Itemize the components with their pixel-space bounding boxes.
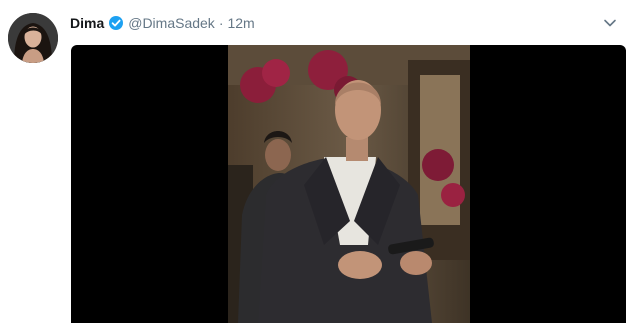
avatar[interactable] (8, 13, 58, 63)
video-player[interactable] (71, 45, 626, 323)
video-frame (228, 45, 470, 323)
chevron-down-icon[interactable] (602, 15, 618, 31)
author-handle[interactable]: @DimaSadek (128, 13, 215, 33)
header-separator: · (218, 15, 224, 31)
verified-badge-icon (108, 15, 124, 31)
tweet-header: Dima @DimaSadek · 12m (70, 13, 255, 33)
tweet-timestamp[interactable]: 12m (227, 13, 254, 33)
tweet: Dima @DimaSadek · 12m (0, 0, 630, 323)
author-name[interactable]: Dima (70, 13, 104, 33)
